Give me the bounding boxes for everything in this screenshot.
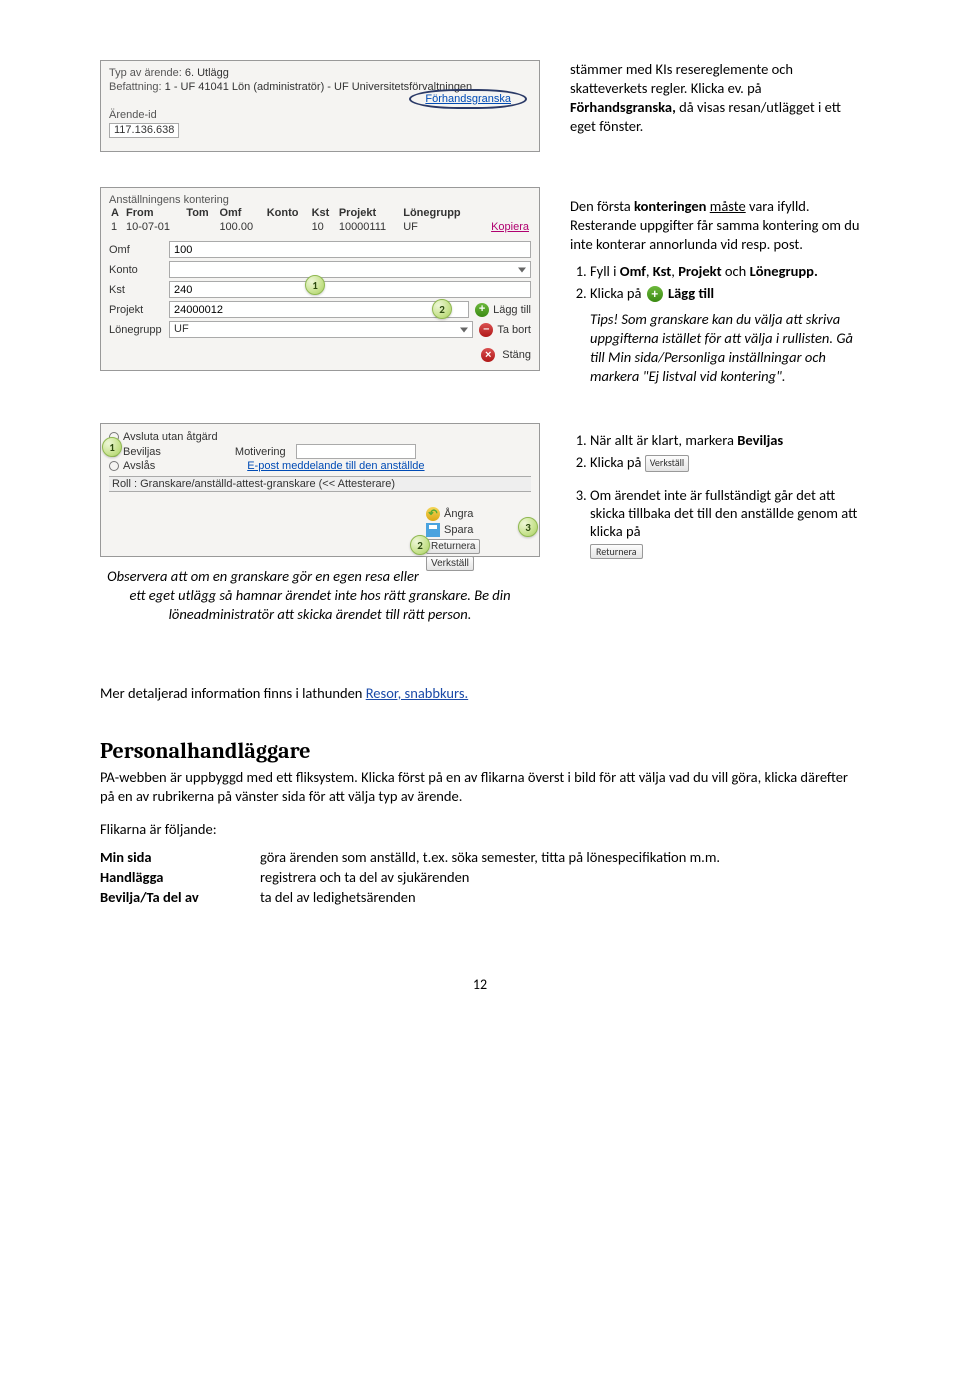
omf-label: Omf [109, 244, 169, 256]
spara-label[interactable]: Spara [444, 524, 473, 536]
kontering-table: AFromTom OmfKontoKst ProjektLönegrupp 11… [109, 206, 531, 234]
forhandsgranska-link[interactable]: Förhandsgranska [409, 89, 527, 109]
arendeid-label: Ärende-id [109, 109, 157, 121]
angra-label[interactable]: Ångra [444, 508, 473, 520]
returnera-inline-button: Returnera [590, 544, 643, 559]
mer-info: Mer detaljerad information finns i lathu… [100, 684, 860, 703]
para-fliksystem: PA-webben är uppbyggd med ett fliksystem… [100, 768, 860, 806]
step-b1: När allt är klart, markera Beviljas [590, 431, 860, 449]
steps-beslut: När allt är klart, markera Beviljas Klic… [570, 431, 860, 559]
radio-avsluta-label: Avsluta utan åtgärd [123, 431, 218, 443]
role-bar: Roll : Granskare/anställd-attest-granska… [109, 476, 531, 492]
radio-avslas[interactable] [109, 461, 119, 471]
arendeid-value: 117.136.638 [109, 123, 179, 138]
konto-select[interactable] [169, 261, 531, 278]
page-number: 12 [100, 976, 860, 993]
steps-kontering: Fyll i Omf, Kst, Projekt och Lönegrupp. … [570, 262, 860, 303]
stang-label[interactable]: Stäng [502, 349, 531, 361]
lonegrupp-label: Lönegrupp [109, 324, 169, 336]
desc-handlagga: registrera och ta del av sjukärenden [260, 868, 860, 886]
step-b3: Om ärendet inte är full­ständigt går det… [590, 486, 860, 559]
save-icon[interactable] [426, 523, 440, 537]
projekt-label: Projekt [109, 304, 169, 316]
tips-text: Tips! Som granskare kan du välja att skr… [590, 310, 860, 385]
callout-2: 2 [432, 299, 452, 319]
projekt-input[interactable] [169, 301, 469, 318]
radio-avslas-label: Avslås [123, 460, 155, 472]
observera-note: Observera att om en granskare gör en ege… [100, 567, 540, 624]
tabort-label[interactable]: Ta bort [497, 324, 531, 336]
radio-beviljas-label: Beviljas [123, 446, 161, 458]
step1: Fyll i Omf, Kst, Projekt och Lönegrupp. [590, 262, 860, 280]
term-bevilja: Bevilja/Ta del av [100, 888, 240, 906]
laggtill-label[interactable]: Lägg till [493, 304, 531, 316]
step2: Klicka på + Lägg till [590, 284, 860, 303]
kontering-title: Anställningens kontering [109, 194, 531, 206]
omf-input[interactable] [169, 241, 531, 258]
kopiera-link[interactable]: Kopiera [491, 221, 529, 233]
plus-icon: + [647, 286, 663, 302]
screenshot-beslut: Avsluta utan åtgärd Beviljas Motivering … [100, 423, 540, 557]
type-label: Typ av ärende: [109, 67, 182, 79]
konto-label: Konto [109, 264, 169, 276]
minus-icon[interactable]: – [479, 323, 493, 337]
para-klicka-forhandsgranska: stämmer med KIs resereglemente och skatt… [570, 60, 860, 135]
resor-link[interactable]: Resor, snabbkurs. [366, 684, 469, 702]
flikar-defs: Min sida göra ärenden som anställd, t.ex… [100, 848, 860, 906]
undo-icon[interactable]: ↶ [426, 507, 440, 521]
term-handlagga: Handlägga [100, 868, 240, 886]
lonegrupp-select[interactable]: UF [169, 321, 473, 338]
motivering-input[interactable] [296, 444, 416, 459]
kst-input[interactable] [169, 281, 531, 298]
verkstall-button[interactable]: Verkställ [426, 556, 474, 571]
kst-label: Kst [109, 284, 169, 296]
flikar-label: Flikarna är följande: [100, 820, 860, 839]
para-kontering-intro2: Den första konteringen måste vara ifylld… [570, 197, 860, 254]
close-icon[interactable]: × [481, 348, 495, 362]
returnera-button[interactable]: Returnera [426, 539, 480, 554]
type-value: 6. Utlägg [185, 67, 229, 79]
desc-bevilja: ta del av ledighetsärenden [260, 888, 860, 906]
heading-personalhandlaggare: Personalhandläggare [100, 738, 860, 764]
callout-1: 1 [305, 275, 325, 295]
motivering-label: Motivering [235, 446, 286, 458]
screenshot-arende: Typ av ärende: 6. Utlägg Befattning: 1 -… [100, 60, 540, 152]
term-minsida: Min sida [100, 848, 240, 866]
befattning-label: Befattning: [109, 81, 162, 93]
plus-icon[interactable]: + [475, 303, 489, 317]
step-b2: Klicka på Verkställ [590, 453, 860, 472]
verkstall-inline-button: Verkställ [645, 455, 690, 472]
desc-minsida: göra ärenden som anställd, t.ex. söka se… [260, 848, 860, 866]
epost-link[interactable]: E-post meddelande till den anställde [247, 460, 424, 472]
